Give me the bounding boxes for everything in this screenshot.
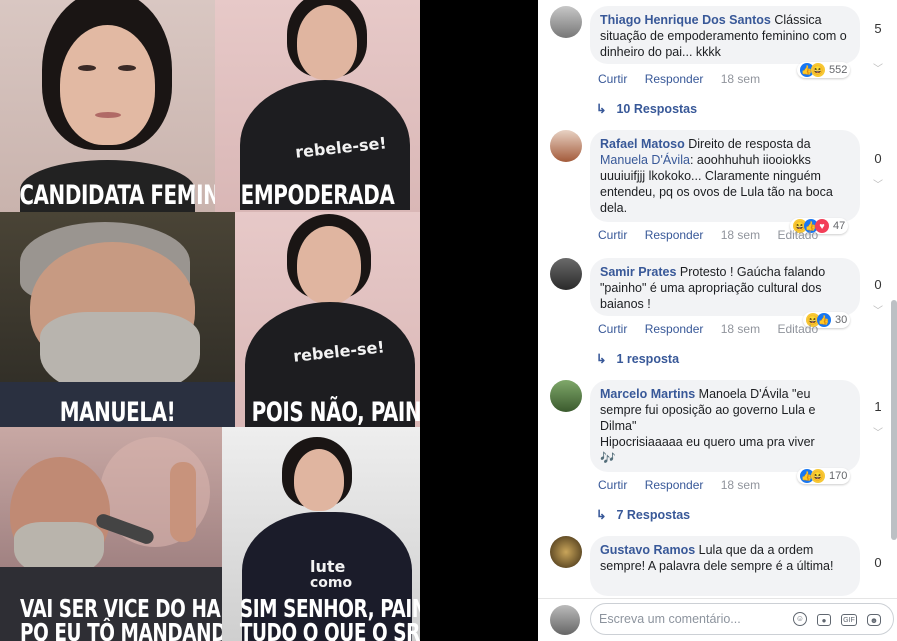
vote-widget: 0 ﹀ (868, 132, 888, 192)
view-replies-link[interactable]: ↳ 10 Respostas (596, 101, 697, 116)
vote-count: 1 (874, 399, 882, 414)
timestamp[interactable]: 18 sem (721, 478, 760, 492)
view-replies-link[interactable]: ↳ 7 Respostas (596, 507, 690, 522)
meme-panel-6: lute como SIM SENHOR, PAINHO TUDO O QUE … (222, 427, 420, 641)
music-emoji: 🎶 (600, 451, 616, 465)
reply-link[interactable]: Responder (645, 322, 704, 336)
vote-widget: 5 ﹀ (868, 8, 888, 76)
caption-tudo-o-que-o-sr-quiser: TUDO O QUE O SR QUISER (239, 618, 420, 641)
vote-count: 0 (874, 277, 882, 292)
comment-bubble: Gustavo Ramos Lula que da a ordem sempre… (590, 536, 860, 596)
reactions-badge[interactable]: 👍 😆 552 (797, 62, 851, 78)
meme-image: CANDIDATA FEMINISTA rebele-se! EMPODERAD… (0, 0, 420, 641)
like-link[interactable]: Curtir (598, 322, 627, 336)
comment-author[interactable]: Samir Prates (600, 265, 676, 279)
caption-empoderada: EMPODERADA (240, 180, 395, 211)
upvote-icon[interactable] (868, 132, 888, 146)
reply-link[interactable]: Responder (645, 72, 704, 86)
avatar[interactable] (550, 536, 582, 568)
downvote-icon[interactable]: ﹀ (868, 424, 888, 439)
upvote-icon[interactable] (868, 382, 888, 396)
comment-composer: Escreva um comentário... ☺ ● GIF ☻ (538, 598, 897, 641)
comment-actions: Curtir Responder 18 sem Editado (598, 322, 832, 336)
comment-author[interactable]: Gustavo Ramos (600, 543, 695, 557)
haha-reaction-icon: 😆 (811, 469, 825, 483)
timestamp[interactable]: 18 sem (721, 72, 760, 86)
comment-author[interactable]: Thiago Henrique Dos Santos (600, 13, 771, 27)
avatar[interactable] (550, 380, 582, 412)
comment-author[interactable]: Marcelo Martins (600, 387, 695, 401)
sticker-icon[interactable]: ☻ (867, 614, 881, 626)
vote-count: 0 (874, 555, 882, 570)
comment-bubble: Rafael Matoso Direito de resposta da Man… (590, 130, 860, 222)
comments-pane: Thiago Henrique Dos Santos Clássica situ… (538, 0, 897, 641)
reply-arrow-icon: ↳ (596, 508, 607, 522)
caption-pq-eu-to-mandando: PQ EU TÔ MANDANDO (19, 618, 222, 641)
meme-panel-1: CANDIDATA FEMINISTA (0, 0, 215, 212)
reaction-count: 170 (829, 470, 848, 482)
comment-author[interactable]: Rafael Matoso (600, 137, 685, 151)
reaction-count: 47 (833, 220, 846, 232)
shirt-print-4: como (310, 575, 353, 591)
downvote-icon[interactable]: ﹀ (868, 302, 888, 317)
timestamp[interactable]: 18 sem (721, 228, 760, 242)
mention-link[interactable]: Manuela D'Ávila (600, 153, 690, 167)
like-link[interactable]: Curtir (598, 478, 627, 492)
image-viewer-background (420, 0, 538, 641)
reactions-badge[interactable]: 👍 😆 170 (797, 468, 851, 484)
comment-input[interactable]: Escreva um comentário... ☺ ● GIF ☻ (590, 603, 894, 635)
replies-count: 10 Respostas (616, 102, 698, 116)
shirt-print-3: lute (310, 557, 346, 576)
reply-arrow-icon: ↳ (596, 102, 607, 116)
caption-candidata-feminista: CANDIDATA FEMINISTA (19, 180, 215, 211)
vote-widget: 0 (868, 538, 888, 570)
timestamp[interactable]: 18 sem (721, 322, 760, 336)
comment-text-line-2: Hipocrisiaaaaa eu quero uma pra viver (600, 435, 815, 449)
haha-reaction-icon: 😆 (811, 63, 825, 77)
downvote-icon[interactable]: ﹀ (868, 60, 888, 75)
edited-label[interactable]: Editado (777, 322, 818, 336)
reply-link[interactable]: Responder (645, 478, 704, 492)
gif-icon[interactable]: GIF (841, 614, 857, 626)
comment-actions: Curtir Responder 18 sem (598, 478, 774, 492)
avatar[interactable] (550, 6, 582, 38)
comment-actions: Curtir Responder 18 sem Editado (598, 228, 832, 242)
comment-text-prefix: Direito de resposta da (688, 137, 811, 151)
comment-actions: Curtir Responder 18 sem (598, 72, 774, 86)
reaction-count: 552 (829, 64, 848, 76)
replies-count: 7 Respostas (616, 508, 691, 522)
vote-count: 0 (874, 151, 882, 166)
avatar[interactable] (550, 258, 582, 290)
reaction-count: 30 (835, 314, 848, 326)
scrollbar[interactable] (891, 300, 897, 540)
upvote-icon[interactable] (868, 538, 888, 552)
emoji-icon[interactable]: ☺ (793, 612, 807, 626)
caption-manuela: MANUELA! (59, 397, 176, 427)
caption-pois-nao-painho: POIS NÃO, PAINHO (251, 397, 420, 427)
edited-label[interactable]: Editado (777, 228, 818, 242)
like-link[interactable]: Curtir (598, 228, 627, 242)
meme-panel-2: rebele-se! EMPODERADA (215, 0, 420, 212)
view-replies-link[interactable]: ↳ 1 resposta (596, 351, 679, 366)
vote-widget: 0 ﹀ (868, 258, 888, 318)
downvote-icon[interactable]: ﹀ (868, 176, 888, 191)
like-link[interactable]: Curtir (598, 72, 627, 86)
reply-arrow-icon: ↳ (596, 352, 607, 366)
comment-input-placeholder: Escreva um comentário... (599, 612, 741, 626)
meme-panel-4: rebele-se! POIS NÃO, PAINHO (235, 212, 420, 427)
upvote-icon[interactable] (868, 258, 888, 272)
replies-count: 1 resposta (616, 352, 680, 366)
upvote-icon[interactable] (868, 8, 888, 22)
vote-widget: 1 ﹀ (868, 382, 888, 440)
comment-bubble: Marcelo Martins Manoela D'Ávila "eu semp… (590, 380, 860, 472)
comment-bubble: Samir Prates Protesto ! Gaúcha falando "… (590, 258, 860, 316)
vote-count: 5 (874, 21, 882, 36)
meme-panel-5: VAI SER VICE DO HADDAD PQ EU TÔ MANDANDO (0, 427, 222, 641)
comment-bubble: Thiago Henrique Dos Santos Clássica situ… (590, 6, 860, 64)
reply-link[interactable]: Responder (645, 228, 704, 242)
current-user-avatar (550, 605, 580, 635)
meme-panel-3: MANUELA! (0, 212, 235, 427)
camera-icon[interactable]: ● (817, 614, 831, 626)
avatar[interactable] (550, 130, 582, 162)
